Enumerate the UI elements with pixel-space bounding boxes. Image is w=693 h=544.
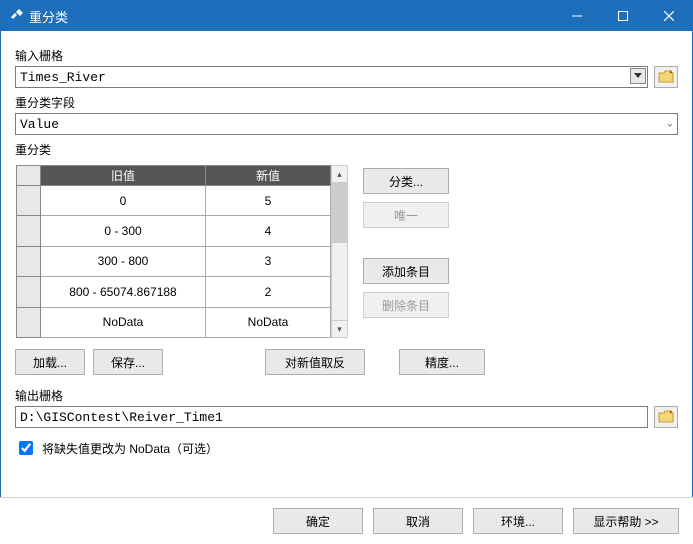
close-button[interactable]: [646, 1, 692, 31]
save-button[interactable]: 保存...: [93, 349, 163, 375]
maximize-button[interactable]: [600, 1, 646, 31]
row-selector[interactable]: [17, 216, 41, 246]
cell-old-value[interactable]: 800 - 65074.867188: [41, 277, 206, 307]
reclass-field-select[interactable]: [15, 113, 678, 135]
show-help-button[interactable]: 显示帮助 >>: [573, 508, 679, 534]
reclass-field-label: 重分类字段: [15, 94, 678, 111]
scroll-up-icon[interactable]: ▴: [332, 166, 347, 183]
output-raster-label: 输出栅格: [15, 387, 678, 404]
cell-old-value[interactable]: NoData: [41, 307, 206, 337]
table-row[interactable]: NoDataNoData: [17, 307, 331, 337]
table-row[interactable]: 05: [17, 186, 331, 216]
cell-new-value[interactable]: 3: [206, 246, 331, 276]
add-entry-button[interactable]: 添加条目: [363, 258, 449, 284]
hammer-icon: [9, 9, 23, 23]
scroll-thumb[interactable]: [332, 183, 347, 243]
delete-entry-button: 删除条目: [363, 292, 449, 318]
precision-button[interactable]: 精度...: [399, 349, 485, 375]
table-corner: [17, 166, 41, 186]
row-selector[interactable]: [17, 186, 41, 216]
reclass-label: 重分类: [15, 141, 678, 158]
cell-old-value[interactable]: 0: [41, 186, 206, 216]
titlebar: 重分类: [1, 1, 692, 31]
row-selector[interactable]: [17, 307, 41, 337]
ok-button[interactable]: 确定: [273, 508, 363, 534]
dropdown-icon[interactable]: [630, 68, 646, 84]
minimize-button[interactable]: [554, 1, 600, 31]
load-button[interactable]: 加载...: [15, 349, 85, 375]
window-title: 重分类: [29, 7, 554, 26]
invert-button[interactable]: 对新值取反: [265, 349, 365, 375]
table-row[interactable]: 0 - 3004: [17, 216, 331, 246]
reclass-table[interactable]: 旧值 新值 050 - 3004300 - 8003800 - 65074.86…: [15, 164, 349, 339]
output-raster-field[interactable]: [15, 406, 648, 428]
unique-button: 唯一: [363, 202, 449, 228]
classify-button[interactable]: 分类...: [363, 168, 449, 194]
row-selector[interactable]: [17, 277, 41, 307]
scroll-down-icon[interactable]: ▾: [332, 320, 347, 337]
column-header-old[interactable]: 旧值: [41, 166, 206, 186]
cell-old-value[interactable]: 0 - 300: [41, 216, 206, 246]
cell-new-value[interactable]: 2: [206, 277, 331, 307]
browse-output-button[interactable]: [654, 406, 678, 428]
cell-new-value[interactable]: 5: [206, 186, 331, 216]
cell-new-value[interactable]: NoData: [206, 307, 331, 337]
cell-old-value[interactable]: 300 - 800: [41, 246, 206, 276]
table-row[interactable]: 300 - 8003: [17, 246, 331, 276]
bottom-bar: 确定 取消 环境... 显示帮助 >>: [0, 497, 693, 544]
input-raster-field[interactable]: [15, 66, 648, 88]
browse-input-button[interactable]: [654, 66, 678, 88]
table-scrollbar[interactable]: ▴ ▾: [331, 165, 348, 338]
column-header-new[interactable]: 新值: [206, 166, 331, 186]
nodata-checkbox[interactable]: [19, 441, 33, 455]
input-raster-label: 输入栅格: [15, 47, 678, 64]
table-row[interactable]: 800 - 65074.8671882: [17, 277, 331, 307]
environments-button[interactable]: 环境...: [473, 508, 563, 534]
cell-new-value[interactable]: 4: [206, 216, 331, 246]
cancel-button[interactable]: 取消: [373, 508, 463, 534]
nodata-checkbox-label[interactable]: 将缺失值更改为 NoData（可选）: [42, 440, 218, 457]
row-selector[interactable]: [17, 246, 41, 276]
